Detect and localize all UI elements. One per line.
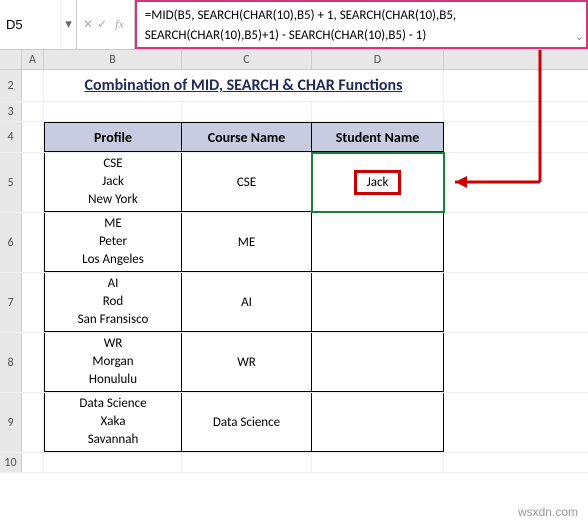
course-cell[interactable]: WR (182, 333, 312, 392)
course-cell[interactable]: AI (182, 273, 312, 332)
row-header[interactable]: 5 (0, 153, 22, 212)
fx-icon[interactable]: fx (111, 17, 128, 32)
cancel-formula-icon[interactable]: ✕ (83, 17, 93, 32)
header-course[interactable]: Course Name (182, 122, 312, 152)
table-row: 9 Data Science Xaka Savannah Data Scienc… (0, 393, 588, 453)
formula-text: =MID(B5, SEARCH(CHAR(10),B5) + 1, SEARCH… (145, 8, 456, 43)
cell[interactable] (22, 453, 44, 472)
student-cell[interactable] (312, 393, 444, 452)
profile-cell[interactable]: Data Science Xaka Savannah (44, 393, 182, 452)
name-box-container: ▾ (0, 0, 77, 49)
cell[interactable] (22, 273, 44, 332)
student-cell[interactable] (312, 213, 444, 272)
header-profile[interactable]: Profile (44, 122, 182, 152)
table-row: 5 CSE Jack New York CSE Jack (0, 153, 588, 213)
student-cell[interactable] (312, 333, 444, 392)
cell[interactable] (22, 153, 44, 212)
cell[interactable] (312, 453, 444, 472)
cell[interactable] (312, 102, 444, 121)
result-highlight: Jack (354, 170, 402, 195)
row-header[interactable]: 4 (0, 122, 22, 152)
row-header[interactable]: 3 (0, 102, 22, 121)
formula-bar-row: ▾ ✕ ✓ fx =MID(B5, SEARCH(CHAR(10),B5) + … (0, 0, 588, 50)
cell[interactable] (22, 122, 44, 152)
name-box-dropdown[interactable]: ▾ (60, 0, 76, 49)
grid-row: 3 (0, 102, 588, 122)
title-cell[interactable]: Combination of MID, SEARCH & CHAR Functi… (44, 70, 444, 101)
name-box[interactable] (0, 13, 60, 36)
student-cell-selected[interactable]: Jack (312, 153, 444, 212)
profile-cell[interactable]: ME Peter Los Angeles (44, 213, 182, 272)
col-header-D[interactable]: D (312, 50, 444, 69)
cell[interactable] (182, 453, 312, 472)
row-header[interactable]: 9 (0, 393, 22, 452)
row-header[interactable]: 2 (0, 70, 22, 101)
cell[interactable] (22, 333, 44, 392)
select-all-corner[interactable] (0, 50, 22, 69)
watermark: wsxdn.com (518, 505, 578, 519)
row-header[interactable]: 6 (0, 213, 22, 272)
course-cell[interactable]: CSE (182, 153, 312, 212)
formula-expand-icon[interactable]: ⌄ (575, 29, 584, 46)
grid-row: 4 Profile Course Name Student Name (0, 122, 588, 153)
cell[interactable] (22, 213, 44, 272)
cell[interactable] (22, 70, 44, 101)
table-row: 6 ME Peter Los Angeles ME (0, 213, 588, 273)
course-cell[interactable]: Data Science (182, 393, 312, 452)
grid-row: 10 (0, 453, 588, 473)
table-row: 8 WR Morgan Honululu WR (0, 333, 588, 393)
profile-cell[interactable]: WR Morgan Honululu (44, 333, 182, 392)
col-header-A[interactable]: A (22, 50, 44, 69)
col-header-C[interactable]: C (182, 50, 312, 69)
formula-bar[interactable]: =MID(B5, SEARCH(CHAR(10),B5) + 1, SEARCH… (135, 0, 588, 49)
profile-cell[interactable]: CSE Jack New York (44, 153, 182, 212)
cell[interactable] (22, 102, 44, 121)
grid-row: 2 Combination of MID, SEARCH & CHAR Func… (0, 70, 588, 102)
header-student[interactable]: Student Name (312, 122, 444, 152)
cell[interactable] (44, 453, 182, 472)
table-row: 7 AI Rod San Fransisco AI (0, 273, 588, 333)
col-header-B[interactable]: B (44, 50, 182, 69)
row-header[interactable]: 8 (0, 333, 22, 392)
accept-formula-icon[interactable]: ✓ (97, 17, 107, 32)
column-headers: A B C D (0, 50, 588, 70)
cell[interactable] (22, 393, 44, 452)
formula-controls: ✕ ✓ fx (77, 0, 135, 49)
profile-cell[interactable]: AI Rod San Fransisco (44, 273, 182, 332)
course-cell[interactable]: ME (182, 213, 312, 272)
spreadsheet-grid: A B C D 2 Combination of MID, SEARCH & C… (0, 50, 588, 473)
cell[interactable] (44, 102, 182, 121)
cell[interactable] (182, 102, 312, 121)
row-header[interactable]: 10 (0, 453, 22, 472)
student-cell[interactable] (312, 273, 444, 332)
chevron-down-icon: ▾ (65, 17, 72, 32)
row-header[interactable]: 7 (0, 273, 22, 332)
